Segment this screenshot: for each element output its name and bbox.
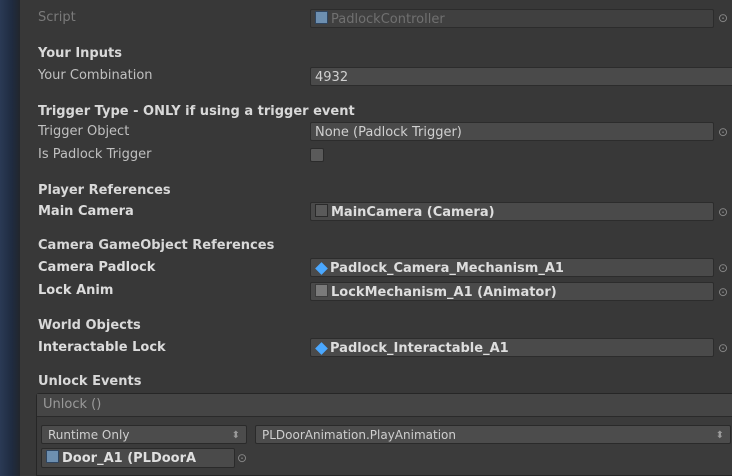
trigger-object-field[interactable]: None (Padlock Trigger): [310, 122, 714, 141]
section-header-camera-references: Camera GameObject References: [38, 238, 275, 253]
lock-anim-picker-icon[interactable]: ⊙: [716, 285, 730, 299]
main-camera-value: MainCamera (Camera): [331, 205, 495, 220]
interactable-lock-value: Padlock_Interactable_A1: [330, 341, 509, 356]
section-header-unlock-events: Unlock Events: [38, 374, 142, 389]
event-target-object-field[interactable]: Door_A1 (PLDoorA: [41, 448, 235, 468]
runtime-dropdown-value: Runtime Only: [48, 428, 130, 442]
interactable-lock-label: Interactable Lock: [38, 340, 166, 355]
lock-anim-value: LockMechanism_A1 (Animator): [331, 285, 557, 300]
camera-padlock-value: Padlock_Camera_Mechanism_A1: [330, 261, 564, 276]
script-field[interactable]: PadlockController: [310, 9, 714, 28]
camera-padlock-label: Camera Padlock: [38, 260, 156, 275]
main-camera-picker-icon[interactable]: ⊙: [716, 205, 730, 219]
script-icon: [315, 11, 328, 24]
section-header-world-objects: World Objects: [38, 318, 141, 333]
is-padlock-trigger-checkbox[interactable]: [310, 148, 324, 162]
lock-anim-label: Lock Anim: [38, 283, 114, 298]
scene-view-edge: [0, 0, 20, 476]
lock-anim-field[interactable]: LockMechanism_A1 (Animator): [310, 282, 714, 301]
camera-icon: [315, 204, 328, 217]
section-header-trigger-type: Trigger Type - ONLY if using a trigger e…: [38, 104, 355, 119]
trigger-object-label: Trigger Object: [38, 124, 130, 139]
section-header-your-inputs: Your Inputs: [38, 46, 122, 61]
inspector-panel: Script PadlockController ⊙ Your Inputs Y…: [20, 0, 732, 476]
gameobject-cube-icon: [315, 262, 328, 275]
script-icon: [46, 450, 59, 463]
combination-label: Your Combination: [38, 68, 153, 83]
main-camera-field[interactable]: MainCamera (Camera): [310, 202, 714, 221]
section-header-player-references: Player References: [38, 183, 171, 198]
function-dropdown[interactable]: PLDoorAnimation.PlayAnimation ⬍: [255, 425, 731, 444]
trigger-object-picker-icon[interactable]: ⊙: [716, 125, 730, 139]
camera-padlock-field[interactable]: Padlock_Camera_Mechanism_A1: [310, 258, 714, 277]
interactable-lock-picker-icon[interactable]: ⊙: [716, 341, 730, 355]
function-dropdown-value: PLDoorAnimation.PlayAnimation: [262, 428, 456, 442]
unlock-event-box: Unlock () Runtime Only ⬍ PLDoorAnimation…: [36, 393, 732, 476]
gameobject-cube-icon: [315, 342, 328, 355]
interactable-lock-field[interactable]: Padlock_Interactable_A1: [310, 338, 714, 357]
dropdown-arrows-icon: ⬍: [715, 430, 724, 441]
script-picker-icon[interactable]: ⊙: [716, 11, 730, 25]
event-target-object-value: Door_A1 (PLDoorA: [62, 451, 197, 466]
script-label: Script: [38, 10, 76, 25]
script-field-value: PadlockController: [331, 12, 445, 27]
combination-input[interactable]: 4932: [310, 67, 732, 86]
is-padlock-trigger-label: Is Padlock Trigger: [38, 147, 152, 162]
runtime-dropdown[interactable]: Runtime Only ⬍: [41, 425, 247, 444]
animator-icon: [315, 284, 328, 297]
main-camera-label: Main Camera: [38, 204, 134, 219]
target-object-picker-icon[interactable]: ⊙: [237, 451, 247, 465]
dropdown-arrows-icon: ⬍: [231, 430, 240, 441]
unlock-event-title: Unlock (): [37, 394, 732, 417]
camera-padlock-picker-icon[interactable]: ⊙: [716, 261, 730, 275]
